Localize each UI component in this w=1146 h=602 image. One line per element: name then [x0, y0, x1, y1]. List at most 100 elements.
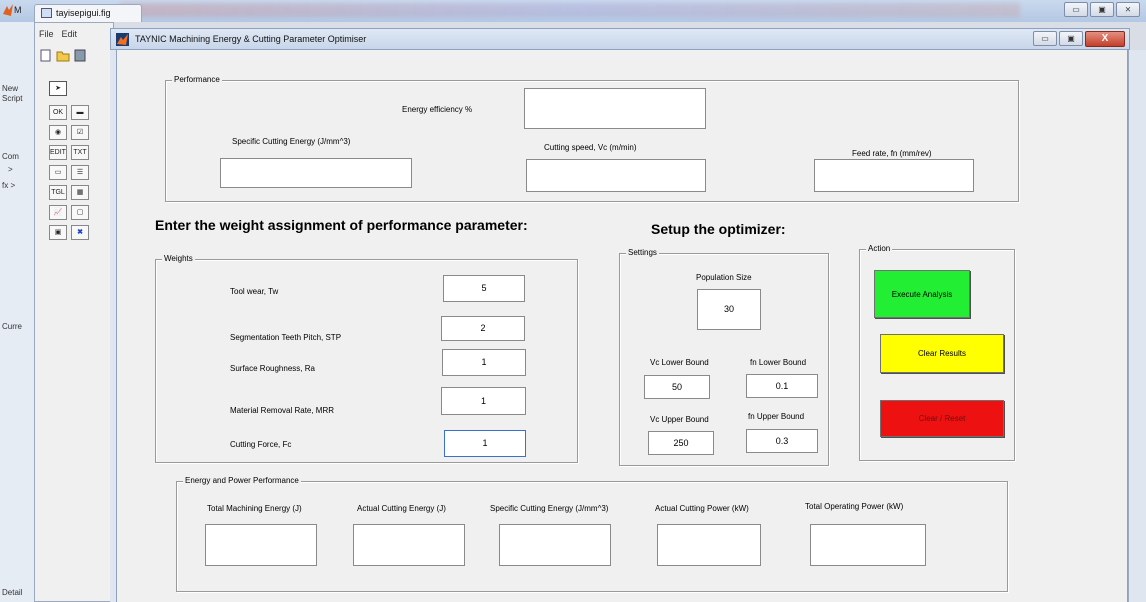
vc-lower-bound-input[interactable]: 50 — [644, 375, 710, 399]
total-machining-energy-label: Total Machining Energy (J) — [207, 504, 302, 513]
fn-lower-bound-input[interactable]: 0.1 — [746, 374, 818, 398]
surface-roughness-input[interactable]: 1 — [442, 349, 526, 376]
vc-upper-bound-label: Vc Upper Bound — [650, 415, 709, 424]
matlab-logo-icon — [3, 4, 13, 16]
fn-upper-bound-input[interactable]: 0.3 — [746, 429, 818, 453]
menu-edit[interactable]: Edit — [62, 29, 78, 39]
surface-roughness-label: Surface Roughness, Ra — [230, 364, 315, 373]
population-size-label: Population Size — [696, 273, 752, 282]
energy-efficiency-field[interactable] — [524, 88, 706, 129]
total-machining-energy-field[interactable] — [205, 524, 317, 566]
actual-cutting-power-field[interactable] — [657, 524, 761, 566]
performance-panel: Performance Energy efficiency % Specific… — [165, 75, 1019, 202]
actual-cutting-energy-label: Actual Cutting Energy (J) — [357, 504, 446, 513]
script-label[interactable]: Script — [2, 94, 22, 103]
matlab-side-panel: New Script Com > fx > Curre Detail — [0, 22, 36, 602]
gui-maximize-button[interactable]: ▣ — [1059, 31, 1083, 46]
feed-rate-field[interactable] — [814, 159, 974, 192]
action-panel: Action Execute Analysis Clear Results Cl… — [859, 244, 1015, 461]
matlab-label: M — [14, 5, 22, 15]
static-text-icon[interactable]: TXT — [71, 145, 89, 160]
slider-icon[interactable]: ▬ — [71, 105, 89, 120]
total-operating-power-field[interactable] — [810, 524, 926, 566]
specific-cutting-energy-field[interactable] — [220, 158, 412, 188]
desktop-window-controls: ▭ ▣ ⨯ — [1064, 2, 1140, 17]
axes-icon[interactable]: 📈 — [49, 205, 67, 220]
minimize-button[interactable]: ▭ — [1064, 2, 1088, 17]
specific-cutting-energy-output-field[interactable] — [499, 524, 611, 566]
window-frame-right — [1128, 50, 1146, 602]
menu-file[interactable]: File — [39, 29, 54, 39]
clear-results-button[interactable]: Clear Results — [880, 334, 1004, 373]
activex-icon[interactable]: ✖ — [71, 225, 89, 240]
open-folder-icon[interactable] — [56, 49, 70, 62]
segmentation-teeth-pitch-input[interactable]: 2 — [441, 316, 525, 341]
action-panel-title: Action — [866, 244, 893, 253]
guide-tab-label: tayisepigui.fig — [56, 8, 111, 18]
settings-panel-title: Settings — [626, 248, 659, 257]
matlab-figure-icon — [116, 33, 129, 46]
energy-power-panel: Energy and Power Performance Total Machi… — [176, 476, 1008, 592]
figure-file-icon — [41, 8, 52, 18]
vc-lower-bound-label: Vc Lower Bound — [650, 358, 709, 367]
gui-minimize-button[interactable]: ▭ — [1033, 31, 1057, 46]
clear-reset-button[interactable]: Clear / Reset — [880, 400, 1004, 437]
table-icon[interactable]: ▦ — [71, 185, 89, 200]
command-label: Com — [2, 152, 19, 161]
prompt-label: > — [8, 165, 13, 174]
panel-icon[interactable]: ▢ — [71, 205, 89, 220]
guide-window: File Edit ➤ OK ▬ ◉ ☑ EDIT TXT ▭ ☰ TGL ▦ … — [34, 22, 114, 602]
tool-wear-input[interactable]: 5 — [443, 275, 525, 302]
cutting-speed-field[interactable] — [526, 159, 706, 192]
pointer-icon[interactable]: ➤ — [49, 81, 67, 96]
actual-cutting-energy-field[interactable] — [353, 524, 465, 566]
new-label[interactable]: New — [2, 84, 18, 93]
total-operating-power-label: Total Operating Power (kW) — [805, 502, 904, 511]
maximize-button[interactable]: ▣ — [1090, 2, 1114, 17]
listbox-icon[interactable]: ☰ — [71, 165, 89, 180]
actual-cutting-power-label: Actual Cutting Power (kW) — [655, 504, 749, 513]
gui-client-area: Performance Energy efficiency % Specific… — [116, 50, 1128, 602]
material-removal-rate-label: Material Removal Rate, MRR — [230, 406, 335, 415]
save-icon[interactable] — [73, 49, 87, 62]
details-label: Detail — [2, 588, 23, 597]
blurred-title-region — [120, 3, 1020, 17]
button-group-icon[interactable]: ▣ — [49, 225, 67, 240]
close-button[interactable]: ⨯ — [1116, 2, 1140, 17]
gui-window-controls: ▭ ▣ X — [1033, 31, 1125, 47]
optimizer-heading: Setup the optimizer: — [651, 221, 786, 237]
window-title: TAYNIC Machining Energy & Cutting Parame… — [135, 34, 367, 44]
gui-close-button[interactable]: X — [1085, 31, 1125, 47]
execute-analysis-button[interactable]: Execute Analysis — [874, 270, 970, 318]
gui-titlebar[interactable]: TAYNIC Machining Energy & Cutting Parame… — [110, 28, 1130, 50]
feed-rate-label: Feed rate, fn (mm/rev) — [852, 149, 932, 158]
weights-heading: Enter the weight assignment of performan… — [155, 217, 528, 233]
performance-panel-title: Performance — [172, 75, 222, 84]
tool-wear-label: Tool wear, Tw — [230, 287, 279, 296]
energy-efficiency-label: Energy efficiency % — [402, 105, 473, 114]
popup-menu-icon[interactable]: ▭ — [49, 165, 67, 180]
material-removal-rate-input[interactable]: 1 — [441, 387, 526, 415]
checkbox-icon[interactable]: ☑ — [71, 125, 89, 140]
specific-cutting-energy-output-label: Specific Cutting Energy (J/mm^3) — [490, 504, 609, 513]
weights-panel-title: Weights — [162, 254, 195, 263]
edit-text-icon[interactable]: EDIT — [49, 145, 67, 160]
toggle-button-icon[interactable]: TGL — [49, 185, 67, 200]
guide-tab[interactable]: tayisepigui.fig — [34, 4, 142, 22]
radiobutton-icon[interactable]: ◉ — [49, 125, 67, 140]
vc-upper-bound-input[interactable]: 250 — [648, 431, 714, 455]
cutting-force-label: Cutting Force, Fc — [230, 440, 292, 449]
segmentation-teeth-pitch-label: Segmentation Teeth Pitch, STP — [230, 333, 342, 342]
settings-panel: Settings Population Size 30 Vc Lower Bou… — [619, 248, 829, 466]
cutting-force-input[interactable]: 1 — [444, 430, 526, 457]
population-size-input[interactable]: 30 — [697, 289, 761, 330]
pushbutton-icon[interactable]: OK — [49, 105, 67, 120]
guide-menubar: File Edit — [39, 29, 77, 39]
fx-prompt-label: fx > — [2, 181, 16, 190]
fn-upper-bound-label: fn Upper Bound — [748, 412, 805, 421]
guide-toolbar — [39, 49, 87, 62]
specific-cutting-energy-label: Specific Cutting Energy (J/mm^3) — [232, 137, 351, 146]
current-folder-label: Curre — [2, 322, 23, 331]
fn-lower-bound-label: fn Lower Bound — [750, 358, 807, 367]
new-file-icon[interactable] — [39, 49, 53, 62]
